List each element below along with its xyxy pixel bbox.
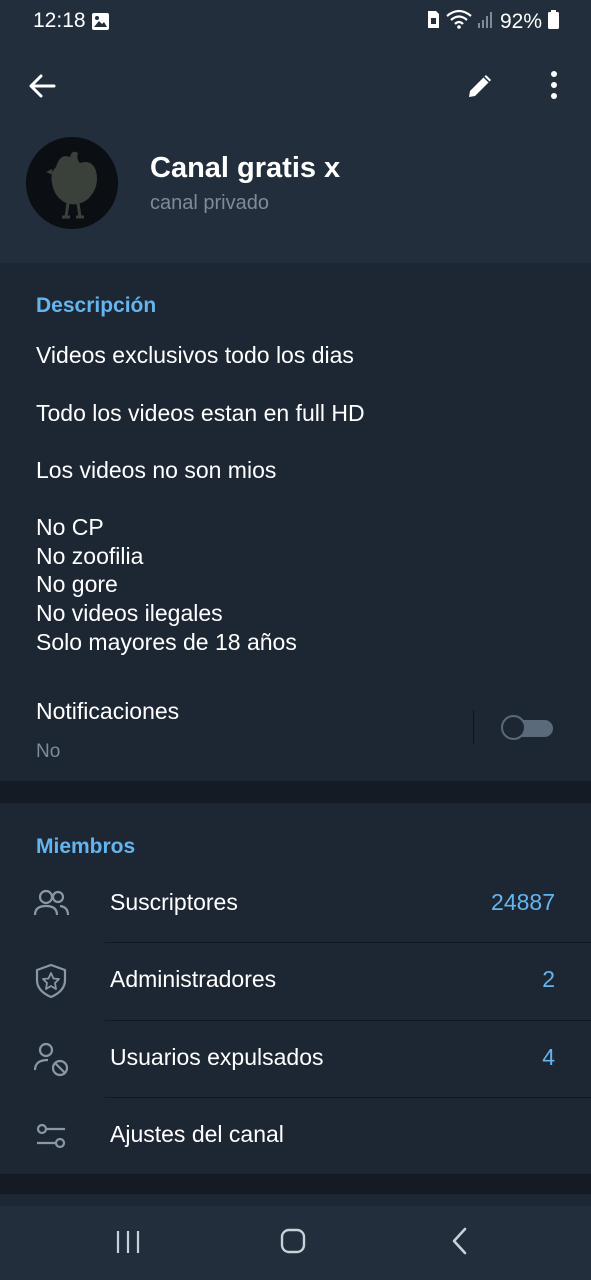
- administrators-count: 2: [542, 966, 555, 992]
- subscribers-row[interactable]: Suscriptores 24887: [0, 865, 591, 942]
- description-section: Descripción Videos exclusivos todo los d…: [0, 263, 591, 781]
- description-line: No videos ilegales: [36, 600, 223, 626]
- notifications-value: No: [36, 741, 61, 762]
- people-icon: [33, 889, 70, 916]
- toggle-knob: [501, 715, 526, 740]
- channel-subtitle: canal privado: [150, 192, 269, 214]
- image-icon: [91, 12, 110, 36]
- battery-percent: 92%: [499, 9, 542, 33]
- channel-settings-label: Ajustes del canal: [110, 1121, 284, 1147]
- description-line: Todo los videos estan en full HD: [36, 400, 365, 426]
- channel-avatar[interactable]: [26, 137, 118, 229]
- notifications-divider: [473, 710, 474, 744]
- banned-users-count: 4: [542, 1044, 555, 1070]
- subscribers-label: Suscriptores: [110, 889, 238, 915]
- next-section-edge: [0, 1194, 591, 1206]
- notifications-toggle[interactable]: [501, 715, 553, 740]
- description-line: Videos exclusivos todo los dias: [36, 342, 354, 368]
- description-line: Solo mayores de 18 años: [36, 629, 297, 655]
- members-section: Miembros Suscriptores 24887 Administrado…: [0, 803, 591, 1174]
- back-arrow-icon: [29, 74, 56, 98]
- notifications-row[interactable]: Notificaciones No: [0, 683, 591, 781]
- back-nav-button[interactable]: [440, 1224, 480, 1260]
- status-right: 92%: [426, 9, 559, 34]
- home-button[interactable]: [273, 1224, 313, 1260]
- status-bar: 12:18 92%: [0, 0, 591, 44]
- notifications-label: Notificaciones: [36, 698, 180, 724]
- signal-icon: [477, 10, 494, 33]
- description-line: No zoofilia: [36, 543, 144, 569]
- wifi-icon: [446, 9, 472, 34]
- more-vertical-icon: [551, 71, 557, 99]
- subscribers-count: 24887: [491, 889, 555, 915]
- battery-icon: [548, 9, 559, 34]
- description-header: Descripción: [36, 294, 157, 317]
- description-line: No gore: [36, 571, 118, 597]
- chicken-avatar-icon: [26, 137, 118, 229]
- channel-settings-row[interactable]: Ajustes del canal: [0, 1097, 591, 1174]
- user-block-icon: [33, 1042, 69, 1077]
- members-header: Miembros: [36, 835, 136, 858]
- banned-users-label: Usuarios expulsados: [110, 1044, 324, 1070]
- administrators-row[interactable]: Administradores 2: [0, 942, 591, 1019]
- more-options-button[interactable]: [540, 68, 568, 104]
- recent-apps-icon: [116, 1231, 140, 1253]
- back-nav-icon: [452, 1227, 467, 1255]
- system-nav-bar: [0, 1206, 591, 1280]
- channel-title: Canal gratis x: [150, 152, 341, 184]
- recent-apps-button[interactable]: [108, 1224, 148, 1260]
- back-button[interactable]: [24, 68, 60, 104]
- channel-header: Canal gratis x canal privado: [0, 44, 591, 263]
- sliders-icon: [36, 1123, 66, 1149]
- sim-icon: [426, 10, 440, 34]
- status-time: 12:18: [33, 9, 86, 32]
- home-icon: [280, 1228, 306, 1254]
- administrators-label: Administradores: [110, 966, 277, 992]
- description-line: No CP: [36, 514, 104, 540]
- pencil-icon: [469, 75, 491, 97]
- description-line: Los videos no son mios: [36, 457, 277, 483]
- edit-button[interactable]: [462, 68, 498, 104]
- banned-users-row[interactable]: Usuarios expulsados 4: [0, 1020, 591, 1097]
- shield-star-icon: [35, 963, 67, 999]
